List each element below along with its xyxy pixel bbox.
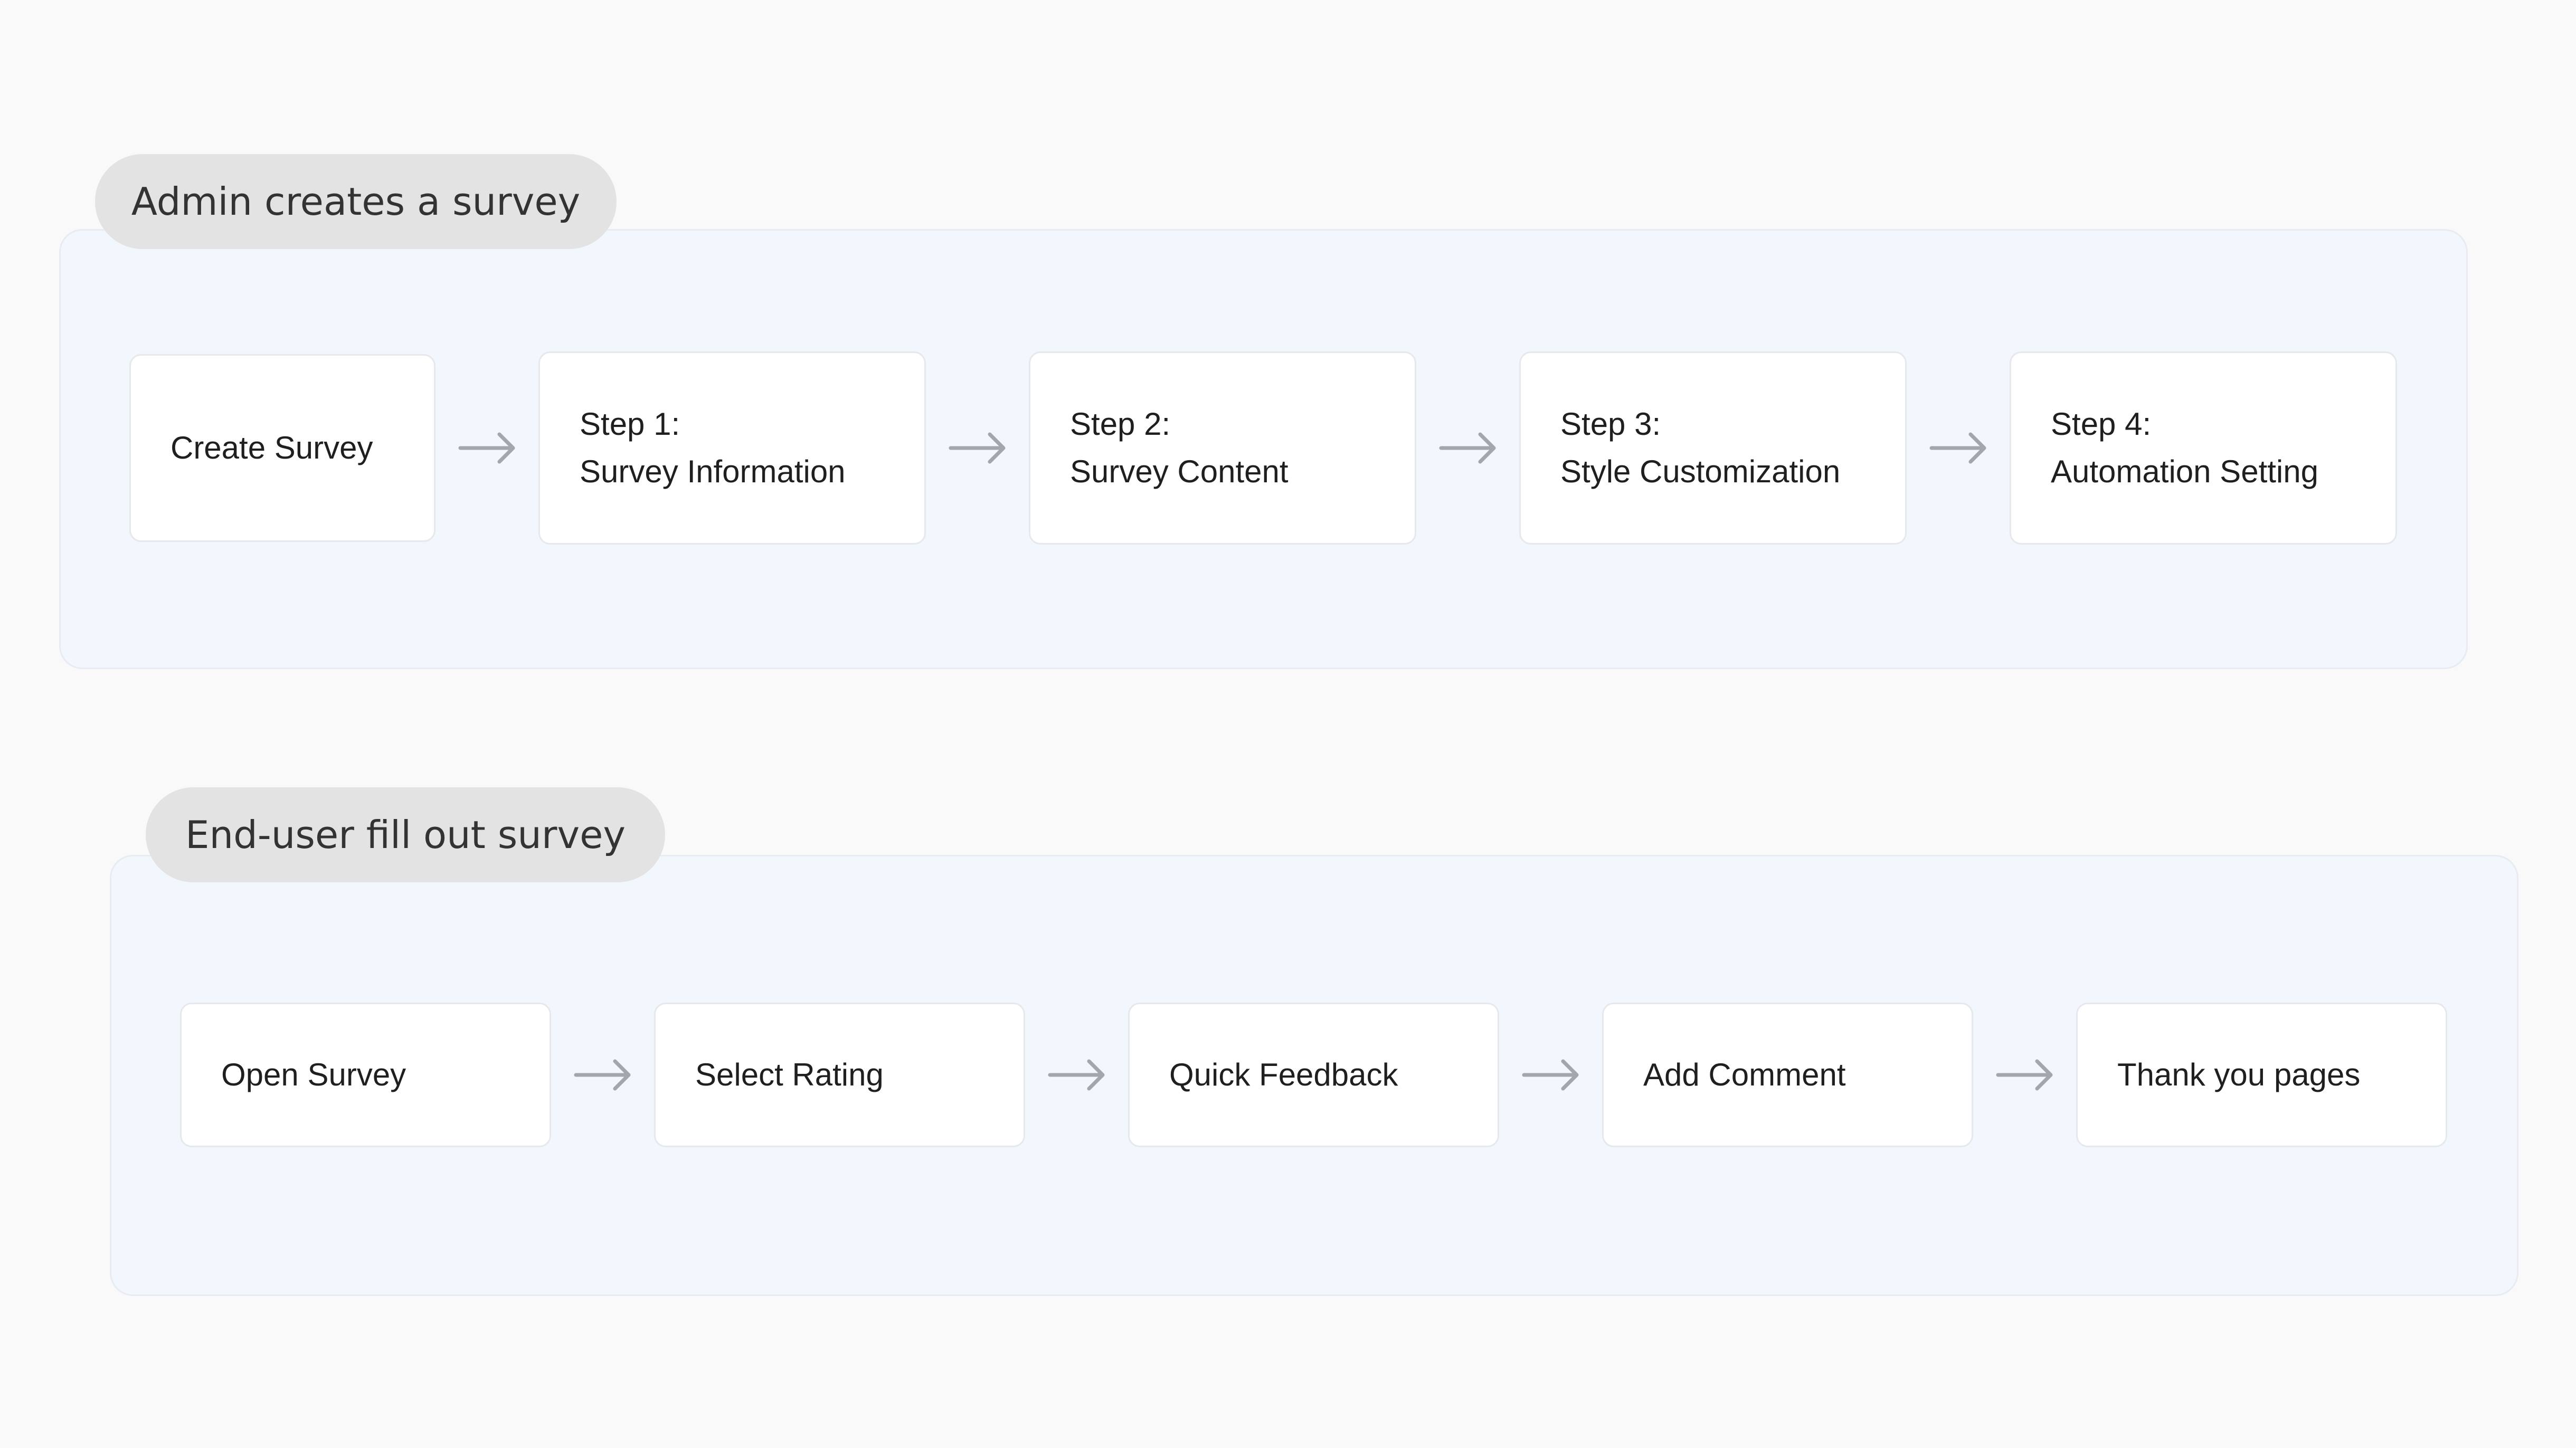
flow-node-add-comment: Add Comment (1602, 1003, 1973, 1147)
node-step-number: Step 3: (1560, 406, 1661, 442)
node-label: Survey Information (580, 454, 846, 489)
node-label: Open Survey (221, 1057, 406, 1092)
right-arrow-icon (435, 422, 538, 474)
right-arrow-icon (1907, 422, 2010, 474)
right-arrow-icon (1416, 422, 1519, 474)
right-arrow-icon (1499, 1049, 1602, 1101)
right-arrow-icon (551, 1049, 654, 1101)
admin-flow-row: Create Survey Step 1: Survey Information… (129, 351, 2397, 545)
enduser-flow-row: Open Survey Select Rating Quick Feedback… (180, 1003, 2447, 1147)
flow-node-step-4: Step 4: Automation Setting (2010, 351, 2397, 545)
flow-node-step-1: Step 1: Survey Information (538, 351, 926, 545)
node-step-number: Step 1: (580, 406, 680, 442)
node-label: Thank you pages (2117, 1057, 2361, 1092)
enduser-flow-title: End-user fill out survey (146, 787, 665, 882)
node-label: Survey Content (1070, 454, 1289, 489)
node-step-number: Step 4: (2051, 406, 2152, 442)
right-arrow-icon (926, 422, 1029, 474)
admin-flow-title: Admin creates a survey (95, 154, 617, 249)
flow-node-thank-you-pages: Thank you pages (2076, 1003, 2447, 1147)
node-label: Select Rating (695, 1057, 884, 1092)
flow-node-quick-feedback: Quick Feedback (1128, 1003, 1499, 1147)
node-label: Style Customization (1560, 454, 1841, 489)
right-arrow-icon (1973, 1049, 2076, 1101)
node-step-number: Step 2: (1070, 406, 1171, 442)
flow-node-step-2: Step 2: Survey Content (1029, 351, 1416, 545)
node-label: Quick Feedback (1169, 1057, 1398, 1092)
flow-node-step-3: Step 3: Style Customization (1519, 351, 1907, 545)
node-label: Automation Setting (2051, 454, 2318, 489)
flow-node-create-survey: Create Survey (129, 354, 435, 542)
flow-node-open-survey: Open Survey (180, 1003, 551, 1147)
right-arrow-icon (1025, 1049, 1128, 1101)
node-label: Add Comment (1643, 1057, 1846, 1092)
flow-node-select-rating: Select Rating (654, 1003, 1025, 1147)
node-label: Create Survey (171, 430, 373, 465)
